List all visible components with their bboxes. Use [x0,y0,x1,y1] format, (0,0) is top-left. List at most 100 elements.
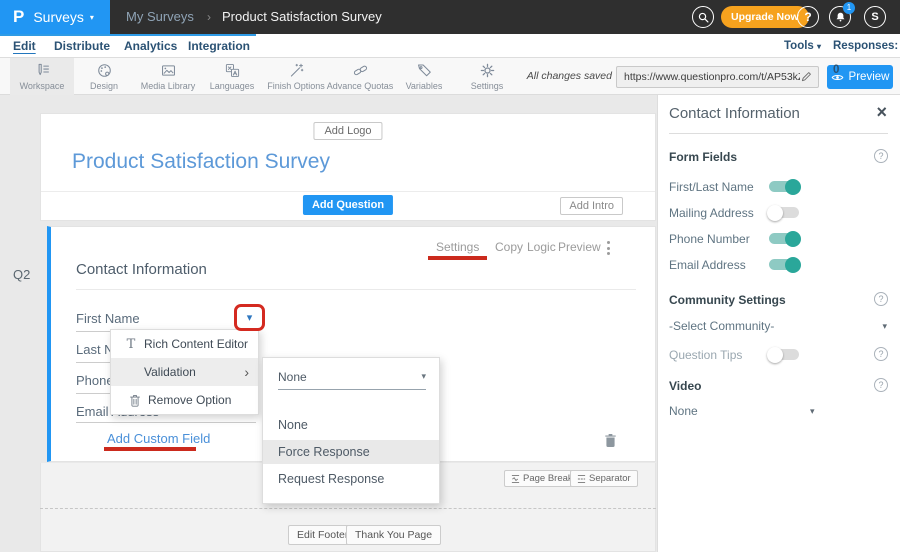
survey-url-input[interactable] [616,66,819,88]
field-label-phone[interactable]: Phone [76,373,114,388]
breadcrumb-parent[interactable]: My Surveys [126,0,194,34]
question-menu-preview[interactable]: Preview [558,240,601,254]
toggle-label-email-address: Email Address [669,258,746,272]
media-library-icon [160,62,177,79]
text-editor-icon: T [121,337,141,352]
select-underline [278,389,426,390]
toggle-email-address[interactable] [769,259,799,270]
toolbar-label: Finish Options [267,81,325,91]
question-title[interactable]: Contact Information [76,261,207,278]
field-label-first-name[interactable]: First Name [76,311,140,326]
question-menu-copy[interactable]: Copy [495,240,523,254]
toolbar-item-variables[interactable]: Variables [392,58,456,95]
survey-page-header: Add Logo Product Satisfaction Survey Add… [40,113,656,221]
toggle-label-first-last-name: First/Last Name [669,180,754,194]
add-intro-button[interactable]: Add Intro [560,197,623,215]
upgrade-now-button[interactable]: Upgrade Now [721,6,809,28]
menu-item-label: Rich Content Editor [144,337,248,351]
toolbar-item-languages[interactable]: Languages [200,58,264,95]
toggle-mailing-address[interactable] [769,207,799,218]
workspace-icon [34,62,51,79]
page-break-button[interactable]: Page Break [504,470,580,487]
more-options-icon[interactable] [607,241,610,255]
tab-analytics[interactable]: Analytics [124,34,177,58]
video-select[interactable]: None [669,404,698,418]
toggle-question-tips[interactable] [769,349,799,360]
chevron-down-icon: ▾ [817,42,821,51]
question-settings-panel: Contact Information × Form Fields ? Firs… [657,95,900,552]
responses-count[interactable]: Responses: 0 [833,34,900,82]
edit-url-pencil-icon[interactable] [801,71,812,82]
menu-item-rich-content-editor[interactable]: T Rich Content Editor [111,330,258,358]
community-select[interactable]: -Select Community- [669,319,774,333]
avatar[interactable]: S [864,6,886,28]
dashed-divider [40,508,656,509]
breadcrumb-separator-icon: › [207,0,211,34]
question-number: Q2 [13,267,30,282]
page-break-icon [511,474,520,484]
toolbar-item-media-library[interactable]: Media Library [136,58,200,95]
question-mark-icon: ? [804,10,811,24]
validation-option-none[interactable]: None [263,413,439,437]
toggle-label-mailing-address: Mailing Address [669,206,754,220]
tools-dropdown[interactable]: Tools ▾ [784,34,821,59]
search-button[interactable] [692,6,714,28]
separator-button[interactable]: Separator [570,470,638,487]
delete-question-trash-icon[interactable] [604,432,617,448]
chevron-right-icon: › [244,365,249,379]
toolbar-item-finish-options[interactable]: Finish Options [264,58,328,95]
help-icon[interactable]: ? [874,347,888,361]
validation-option-request-response[interactable]: Request Response [263,467,439,491]
question-tips-label: Question Tips [669,348,742,362]
question-menu-settings[interactable]: Settings [436,240,479,254]
toolbar-item-advance-quotas[interactable]: Advance Quotas [328,58,392,95]
toolbar-label: Media Library [141,81,196,91]
toolbar-label: Workspace [20,81,65,91]
divider [76,289,636,290]
toolbar-label: Design [90,81,118,91]
survey-nav: Edit Distribute Analytics Integration To… [0,34,900,58]
annotation-underline-settings [428,256,487,260]
chevron-down-icon: ▾ [421,371,426,382]
menu-item-label: Validation [144,365,196,379]
form-fields-heading: Form Fields [669,150,737,164]
add-question-button[interactable]: Add Question [303,195,393,215]
toolbar-item-settings[interactable]: Settings [455,58,519,95]
add-logo-button[interactable]: Add Logo [313,122,382,140]
tab-edit[interactable]: Edit [13,34,36,58]
toolbar-item-workspace[interactable]: Workspace [10,58,74,95]
help-icon[interactable]: ? [874,292,888,306]
product-label: Surveys [33,9,84,25]
top-bar: P Surveys ▾ My Surveys › Product Satisfa… [0,0,900,34]
survey-title[interactable]: Product Satisfaction Survey [72,150,330,174]
close-icon[interactable]: × [876,102,887,124]
settings-icon [479,62,496,79]
validation-option-force-response[interactable]: Force Response [263,440,439,464]
validation-select-value[interactable]: None [278,370,307,384]
menu-item-remove-option[interactable]: Remove Option [111,386,258,414]
divider [41,191,655,192]
tab-distribute[interactable]: Distribute [54,34,110,58]
field-options-chevron-highlighted[interactable]: ▾ [234,304,265,331]
separator-icon [577,474,586,484]
validation-submenu: None ▾ None Force Response Request Respo… [262,357,440,504]
toolbar-label: Languages [210,81,255,91]
tab-integration[interactable]: Integration [188,34,250,58]
advance-quotas-icon [352,62,369,79]
help-icon[interactable]: ? [874,378,888,392]
field-context-menu: T Rich Content Editor Validation › Remov… [110,329,259,415]
thank-you-page-button[interactable]: Thank You Page [346,525,441,545]
help-button[interactable]: ? [797,6,819,28]
help-icon[interactable]: ? [874,149,888,163]
video-heading: Video [669,379,701,393]
design-icon [96,62,113,79]
toolbar-label: Settings [471,81,504,91]
toggle-phone-number[interactable] [769,233,799,244]
menu-item-validation[interactable]: Validation › [111,358,258,386]
toolbar-item-design[interactable]: Design [72,58,136,95]
toggle-first-last-name[interactable] [769,181,799,192]
page-break-label: Page Break [523,473,573,484]
question-menu-logic[interactable]: Logic [527,240,556,254]
product-switcher[interactable]: P Surveys ▾ [0,0,110,34]
add-custom-field-link[interactable]: Add Custom Field [107,431,210,446]
